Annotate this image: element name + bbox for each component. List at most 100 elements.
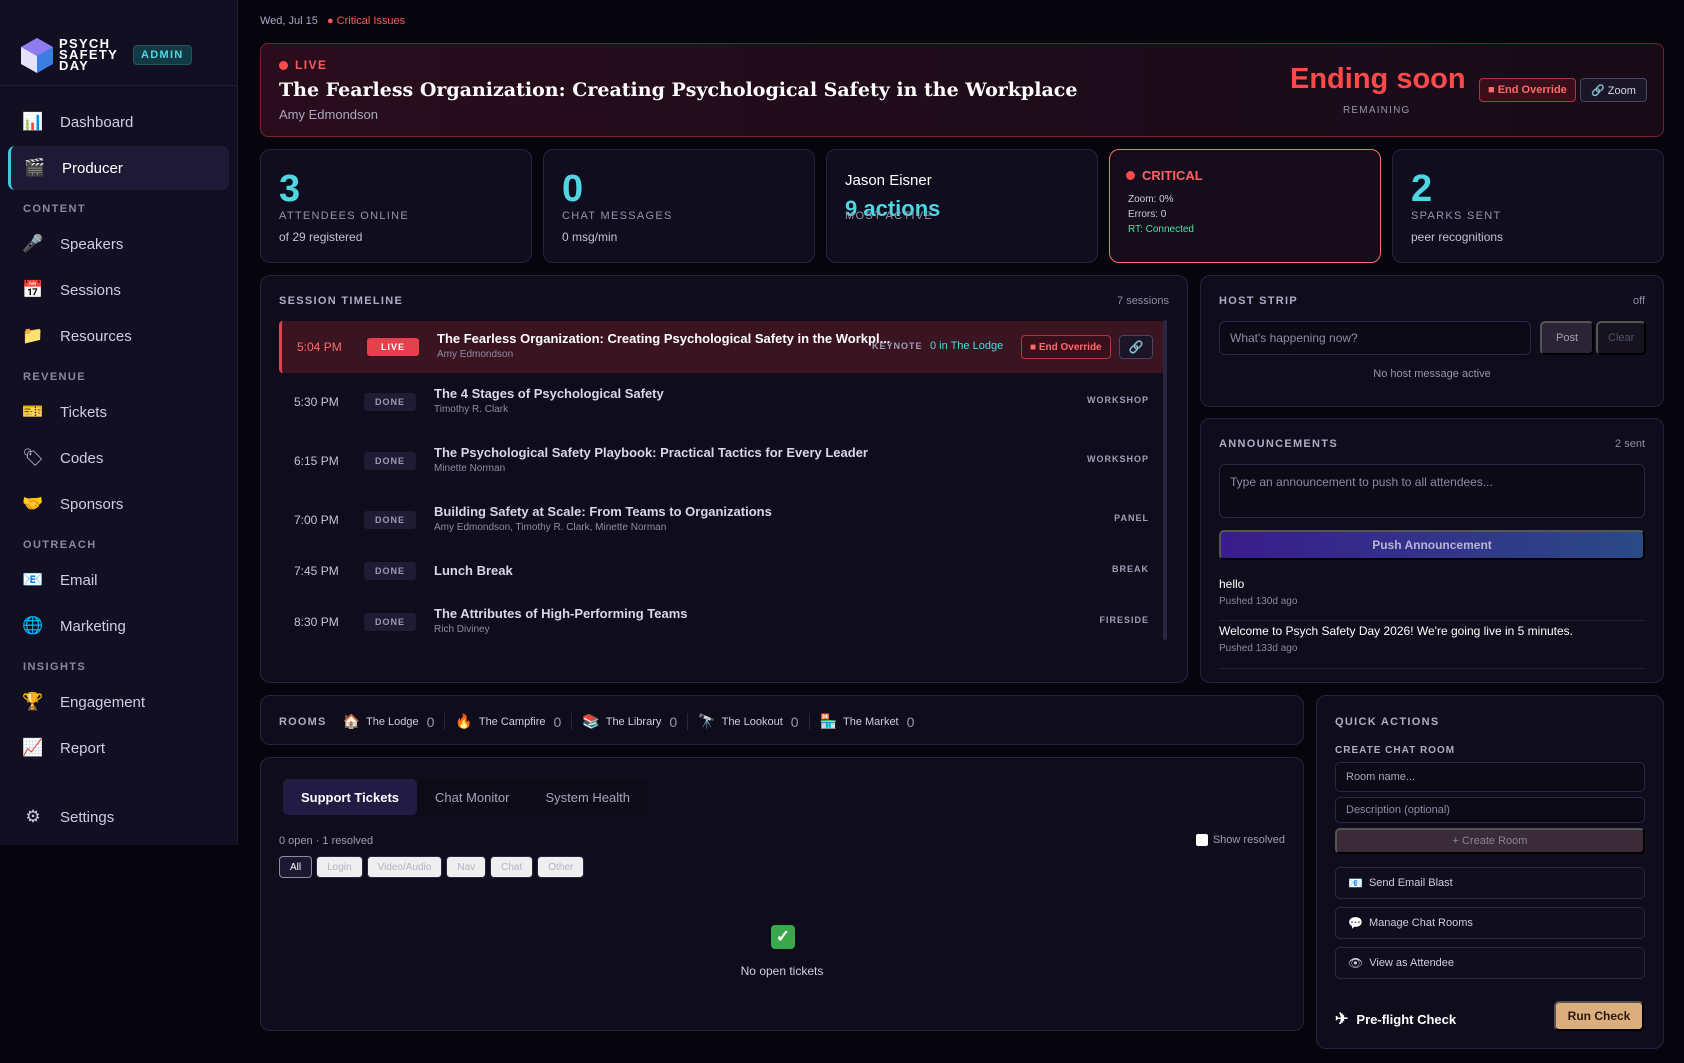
sidebar-section-revenue: REVENUE	[23, 371, 86, 383]
sidebar-item-marketing[interactable]: 🌐 Marketing	[8, 604, 229, 648]
timeline-row[interactable]: 7:00 PM DONE Building Safety at Scale: F…	[279, 494, 1165, 546]
room-name: The Campfire	[478, 715, 546, 728]
session-speaker: Amy Edmondson, Timothy R. Clark, Minette…	[434, 522, 667, 533]
send-email-blast-button[interactable]: 📧 Send Email Blast	[1335, 867, 1645, 899]
timeline-row[interactable]: 5:30 PM DONE The 4 Stages of Psychologic…	[279, 376, 1165, 428]
critical-issues-link[interactable]: ● Critical Issues	[327, 15, 405, 27]
health-errors: Errors: 0	[1128, 209, 1167, 220]
session-status-badge: DONE	[364, 562, 416, 580]
sidebar-item-sponsors[interactable]: 🤝 Sponsors	[8, 482, 229, 526]
sidebar-item-email[interactable]: 📧 Email	[8, 558, 229, 602]
stat-system-health[interactable]: CRITICAL Zoom: 0% Errors: 0 RT: Connecte…	[1109, 149, 1381, 263]
filter-login[interactable]: Login	[316, 856, 363, 878]
end-override-button[interactable]: ■ End Override	[1479, 78, 1576, 102]
room-name-input[interactable]: Room name...	[1335, 762, 1645, 792]
sidebar-item-engagement[interactable]: 🏆 Engagement	[8, 680, 229, 724]
sidebar-item-label: Speakers	[60, 235, 124, 253]
sidebar-section-insights: INSIGHTS	[23, 661, 87, 673]
sidebar-item-dashboard[interactable]: 📊 Dashboard	[8, 100, 229, 144]
timeline-row-live[interactable]: 5:04 PM LIVE The Fearless Organization: …	[279, 321, 1165, 373]
stat-subtext: peer recognitions	[1411, 230, 1504, 244]
tab-system-health[interactable]: System Health	[527, 779, 648, 815]
room-description-input[interactable]: Description (optional)	[1335, 797, 1645, 823]
manage-chat-rooms-button[interactable]: 💬 Manage Chat Rooms	[1335, 907, 1645, 939]
sidebar-item-codes[interactable]: 🏷 Codes	[8, 436, 229, 480]
filter-all[interactable]: All	[279, 856, 313, 878]
push-announcement-button[interactable]: Push Announcement	[1219, 530, 1645, 560]
top-status-line: Wed, Jul 15 ● Critical Issues	[260, 15, 405, 27]
room-lookout[interactable]: 🔭 The Lookout 0	[698, 713, 810, 730]
sidebar-item-sessions[interactable]: 📅 Sessions	[8, 268, 229, 312]
telescope-icon: 🔭	[698, 713, 716, 729]
brand[interactable]: PSYCH SAFETY DAY ADMIN	[0, 0, 237, 86]
room-count: 0	[906, 713, 915, 730]
sidebar-item-tickets[interactable]: 🎫 Tickets	[8, 390, 229, 434]
room-count: 0	[553, 713, 562, 730]
support-tabs: Support Tickets Chat Monitor System Heal…	[283, 779, 648, 815]
sidebar-item-label: Sessions	[60, 281, 121, 299]
stat-attendees-online: 3 ATTENDEES ONLINE of 29 registered	[260, 149, 532, 263]
sidebar-item-resources[interactable]: 📁 Resources	[8, 314, 229, 358]
clear-button[interactable]: Clear	[1596, 321, 1647, 355]
app-root: PSYCH SAFETY DAY ADMIN 📊 Dashboard 🎬 Pro…	[0, 0, 1684, 1063]
preflight-label: Pre-flight Check	[1356, 1011, 1457, 1027]
filter-chat[interactable]: Chat	[490, 856, 534, 878]
sidebar-item-report[interactable]: 📈 Report	[8, 726, 229, 770]
room-market[interactable]: 🏪 The Market 0	[820, 713, 925, 730]
host-strip-state[interactable]: off	[1633, 295, 1645, 307]
tab-support-tickets[interactable]: Support Tickets	[283, 779, 418, 815]
run-check-button[interactable]: Run Check	[1554, 1001, 1644, 1031]
check-mark-icon: ✓	[771, 925, 795, 949]
stat-label: ATTENDEES ONLINE	[279, 210, 410, 222]
stat-most-active: Jason Eisner 9 actions MOST ACTIVE	[826, 149, 1098, 263]
tab-chat-monitor[interactable]: Chat Monitor	[417, 779, 527, 815]
room-campfire[interactable]: 🔥 The Campfire 0	[455, 713, 573, 730]
health-zoom: Zoom: 0%	[1128, 194, 1174, 205]
timeline-scrollbar[interactable]	[1163, 320, 1167, 640]
filter-other[interactable]: Other	[537, 856, 585, 878]
announcement-textarea[interactable]: Type an announcement to push to all atte…	[1219, 464, 1645, 518]
view-as-attendee-button[interactable]: 👁 View as Attendee	[1335, 947, 1645, 979]
stat-value: 3	[279, 168, 301, 210]
speech-bubble-icon: 💬	[1348, 916, 1363, 930]
announcement-meta: Pushed 133d ago	[1219, 643, 1298, 654]
rooms-list: ROOMS 🏠 The Lodge 0 🔥 The Campfire 0 📚 The Li…	[279, 713, 934, 730]
session-type: WORKSHOP	[1087, 454, 1149, 464]
health-realtime: RT: Connected	[1128, 224, 1194, 235]
email-icon: 📧	[1348, 876, 1363, 890]
end-override-button[interactable]: ■ End Override	[1021, 335, 1111, 359]
bar-chart-icon: 📊	[22, 112, 44, 131]
host-message-input[interactable]: What's happening now?	[1219, 321, 1531, 355]
room-lodge[interactable]: 🏠 The Lodge 0	[343, 713, 446, 730]
timeline-row[interactable]: 8:30 PM DONE The Attributes of High-Perf…	[279, 596, 1165, 648]
zoom-link-button[interactable]: 🔗 Zoom	[1580, 78, 1647, 102]
sidebar-item-speakers[interactable]: 🎤 Speakers	[8, 222, 229, 266]
health-status: CRITICAL	[1126, 168, 1203, 183]
microphone-icon: 🎤	[22, 234, 44, 253]
room-library[interactable]: 📚 The Library 0	[582, 713, 689, 730]
countdown-label: REMAINING	[1343, 105, 1411, 116]
filter-video-audio[interactable]: Video/Audio	[366, 856, 443, 878]
sidebar-item-producer[interactable]: 🎬 Producer	[8, 146, 229, 190]
post-button[interactable]: Post	[1540, 321, 1595, 355]
timeline-count: 7 sessions	[1117, 295, 1169, 307]
timeline-row[interactable]: 7:45 PM DONE Lunch Break BREAK	[279, 545, 1165, 597]
create-room-button[interactable]: + Create Room	[1335, 828, 1645, 854]
ticket-icon: 🎫	[22, 402, 44, 421]
checkbox[interactable]	[1195, 834, 1208, 846]
store-icon: 🏪	[819, 713, 837, 729]
session-speaker: Minette Norman	[434, 463, 506, 474]
sidebar-item-settings[interactable]: ⚙ Settings	[8, 795, 229, 839]
session-title: Lunch Break	[434, 563, 513, 578]
sidebar-item-label: Email	[60, 571, 98, 589]
timeline-row[interactable]: 6:15 PM DONE The Psychological Safety Pl…	[279, 435, 1165, 487]
announcements-title: ANNOUNCEMENTS	[1219, 438, 1338, 450]
announcement-text: Welcome to Psych Safety Day 2026! We're …	[1219, 624, 1574, 638]
show-resolved-toggle[interactable]: Show resolved	[1195, 834, 1285, 846]
handshake-icon: 🤝	[22, 494, 44, 513]
filter-nav[interactable]: Nav	[446, 856, 487, 878]
live-session-title: The Fearless Organization: Creating Psyc…	[279, 79, 1078, 101]
session-time: 5:04 PM	[297, 340, 342, 354]
clapperboard-icon: 🎬	[24, 158, 46, 177]
link-icon[interactable]: 🔗	[1119, 335, 1153, 359]
